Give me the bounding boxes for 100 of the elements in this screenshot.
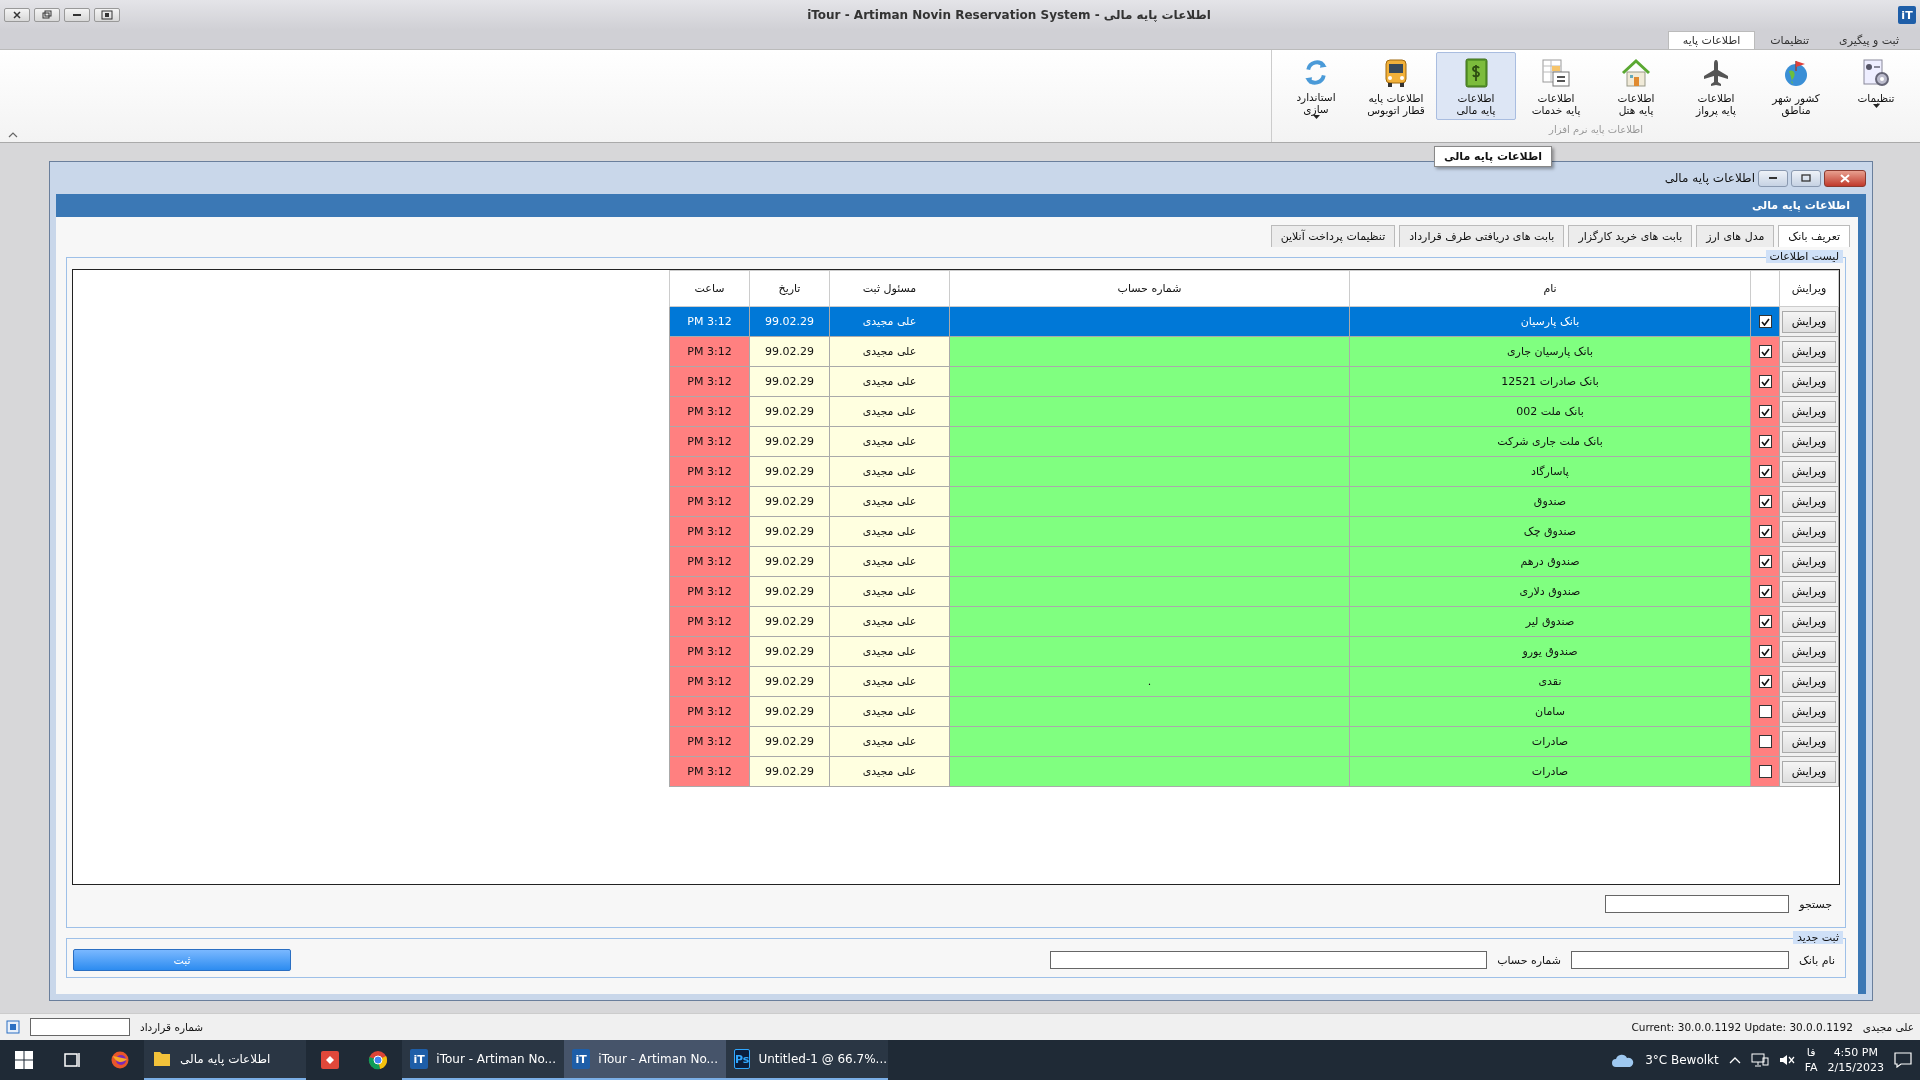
cloud-icon[interactable] — [1611, 1052, 1636, 1068]
table-cell: 99.02.29 — [749, 576, 830, 607]
checkbox[interactable] — [1758, 315, 1772, 329]
checkbox[interactable] — [1758, 645, 1772, 659]
checkbox[interactable] — [1758, 525, 1772, 539]
calendar-icon[interactable] — [6, 1020, 20, 1034]
table-cell: علی مجیدی — [829, 396, 950, 427]
app-icon[interactable] — [320, 1050, 340, 1070]
edit-button[interactable]: ویرایش — [1782, 730, 1836, 753]
table-cell: PM 3:12 — [669, 726, 750, 757]
task-view-icon[interactable] — [62, 1050, 82, 1070]
taskbar-item[interactable]: اطلاعات پایه مالی — [144, 1040, 306, 1080]
edit-button[interactable]: ویرایش — [1782, 430, 1836, 453]
checkbox[interactable] — [1758, 705, 1772, 719]
minimize-button[interactable] — [1758, 169, 1788, 187]
checkbox[interactable] — [1758, 375, 1772, 389]
edit-button[interactable]: ویرایش — [1782, 760, 1836, 783]
taskbar-item[interactable]: iT iTour - Artiman No... — [402, 1040, 564, 1080]
table-cell: PM 3:12 — [669, 666, 750, 697]
checkbox[interactable] — [1758, 435, 1772, 449]
edit-button[interactable]: ویرایش — [1782, 460, 1836, 483]
edit-button[interactable]: ویرایش — [1782, 400, 1836, 423]
network-icon[interactable] — [1750, 1053, 1769, 1067]
input-field[interactable] — [1570, 951, 1789, 969]
checkbox[interactable] — [1758, 675, 1772, 689]
ribbon-tab[interactable]: اطلاعات پایه — [1667, 31, 1756, 49]
tab[interactable]: تنظیمات پرداخت آنلاین — [1270, 225, 1396, 247]
edit-button[interactable]: ویرایش — [1782, 700, 1836, 723]
browser-icon[interactable] — [110, 1050, 130, 1070]
search-field[interactable] — [1605, 895, 1790, 913]
fullscreen-button[interactable] — [94, 8, 120, 22]
item-label: Untitled-1 @ 66.7%... — [758, 1052, 888, 1066]
close-button[interactable] — [4, 8, 30, 22]
edit-button[interactable]: ویرایش — [1782, 370, 1836, 393]
taskbar-item[interactable]: iT iTour - Artiman No... — [564, 1040, 726, 1080]
contract-field[interactable] — [30, 1018, 130, 1036]
checkbox[interactable] — [1758, 495, 1772, 509]
input-field[interactable] — [1050, 951, 1488, 969]
table-cell: PM 3:12 — [669, 336, 750, 367]
app-logo: Ps — [734, 1049, 751, 1069]
checkbox[interactable] — [1758, 615, 1772, 629]
checkbox[interactable] — [1758, 735, 1772, 749]
table-cell: علی مجیدی — [829, 696, 950, 727]
edit-button[interactable]: ویرایش — [1782, 490, 1836, 513]
tab[interactable]: مدل های ارز — [1696, 225, 1775, 247]
language-code[interactable]: FA — [1804, 1060, 1818, 1075]
ribbon-button[interactable]: اطلاعات پایه خدمات — [1516, 52, 1596, 120]
checkbox[interactable] — [1758, 345, 1772, 359]
maximize-button[interactable] — [1791, 169, 1821, 187]
table-cell: صندوق دلاری — [1349, 576, 1751, 607]
ribbon-tab[interactable]: ثبت و پیگیری — [1824, 31, 1914, 49]
collapse-icon[interactable] — [8, 132, 18, 138]
checkbox[interactable] — [1758, 405, 1772, 419]
language-text[interactable]: فا — [1806, 1045, 1816, 1060]
field-label: جستجو — [1799, 897, 1832, 911]
checkbox[interactable] — [1758, 765, 1772, 779]
notification-icon[interactable] — [1894, 1052, 1912, 1068]
check-icon — [1760, 587, 1770, 596]
clock-time[interactable]: 4:50 PM — [1833, 1045, 1878, 1060]
checkbox[interactable] — [1758, 555, 1772, 569]
ribbon-tab[interactable]: تنظیمات — [1755, 31, 1825, 49]
ribbon-button[interactable]: کشور شهر مناطق — [1756, 52, 1836, 120]
edit-button[interactable]: ویرایش — [1782, 550, 1836, 573]
ribbon-button[interactable]: اطلاعات پایه مالی — [1436, 52, 1516, 120]
ribbon-button[interactable]: تنظیمات — [1836, 52, 1916, 120]
tab[interactable]: بابت های خرید کارگزار — [1568, 225, 1693, 247]
check-icon — [1760, 377, 1770, 386]
start-icon[interactable] — [14, 1050, 34, 1070]
tab[interactable]: تعریف بانک — [1778, 225, 1850, 247]
ribbon-button[interactable]: اطلاعات پایه قطار اتوبوس — [1356, 52, 1436, 120]
edit-button[interactable]: ویرایش — [1782, 310, 1836, 333]
restore-button[interactable] — [34, 8, 60, 22]
edit-button[interactable]: ویرایش — [1782, 580, 1836, 603]
ribbon-button[interactable]: اطلاعات پایه پرواز — [1676, 52, 1756, 120]
browser-icon[interactable] — [368, 1050, 388, 1070]
clock-date[interactable]: 2/15/2023 — [1827, 1060, 1884, 1075]
table-cell: علی مجیدی — [829, 546, 950, 577]
app-logo: iT — [572, 1049, 591, 1069]
taskbar-item[interactable]: Ps Untitled-1 @ 66.7%... — [726, 1040, 888, 1080]
minimize-button[interactable] — [64, 8, 90, 22]
edit-button[interactable]: ویرایش — [1782, 640, 1836, 663]
checkbox[interactable] — [1758, 585, 1772, 599]
button-label: اطلاعات پایه خدمات — [1531, 92, 1581, 116]
table-cell: علی مجیدی — [829, 666, 950, 697]
edit-button[interactable]: ویرایش — [1782, 340, 1836, 363]
ribbon-button[interactable]: اطلاعات پایه هتل — [1596, 52, 1676, 120]
chevron-up-icon[interactable] — [1728, 1056, 1741, 1064]
checkbox[interactable] — [1758, 465, 1772, 479]
table-cell: علی مجیدی — [829, 636, 950, 667]
edit-button[interactable]: ویرایش — [1782, 610, 1836, 633]
tab[interactable]: بابت های دریافتی طرف قرارداد — [1399, 225, 1565, 247]
muted-speaker-icon[interactable] — [1778, 1053, 1795, 1067]
close-button[interactable] — [1824, 169, 1866, 187]
table-cell: 99.02.29 — [749, 516, 830, 547]
edit-button[interactable]: ویرایش — [1782, 520, 1836, 543]
table-cell: علی مجیدی — [829, 606, 950, 637]
weather-text[interactable]: 3°C Bewolkt — [1645, 1053, 1719, 1067]
ribbon-button[interactable]: استاندارد سازی — [1276, 52, 1356, 120]
user-name: علی مجیدی — [1862, 1021, 1914, 1033]
edit-button[interactable]: ویرایش — [1782, 670, 1836, 693]
